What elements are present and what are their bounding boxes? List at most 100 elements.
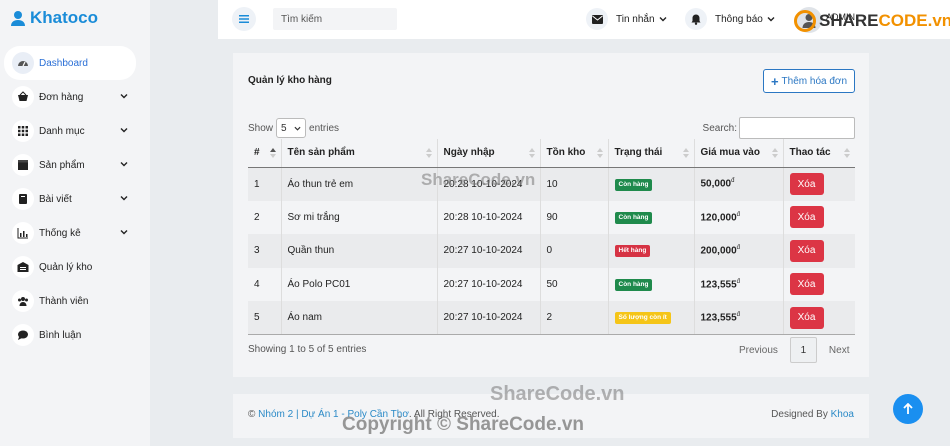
previous-page-button[interactable]: Previous bbox=[731, 345, 786, 356]
column-header-name[interactable]: Tên sản phẩm bbox=[281, 139, 438, 168]
delete-button[interactable]: Xóa bbox=[789, 239, 824, 262]
status-badge: Còn hàng bbox=[614, 278, 653, 291]
sidebar-item-products[interactable]: Sản phẩm bbox=[4, 148, 136, 182]
column-header-actions[interactable]: Thao tác bbox=[783, 139, 855, 168]
user-icon bbox=[11, 11, 25, 26]
arrow-up-icon bbox=[903, 403, 913, 414]
delete-button[interactable]: Xóa bbox=[789, 206, 824, 229]
cell-status: Số lượng còn ít bbox=[608, 301, 695, 335]
cell-price: 123,555đ bbox=[694, 267, 784, 301]
cell-actions: Xóa bbox=[783, 268, 855, 302]
status-badge: Hết hàng bbox=[614, 245, 651, 258]
status-badge: Số lượng còn ít bbox=[614, 312, 671, 324]
watermark-text-b: CODE.vn bbox=[878, 11, 950, 30]
delete-button[interactable]: Xóa bbox=[789, 273, 824, 296]
add-invoice-label: Thêm hóa đơn bbox=[781, 75, 848, 87]
cell-price: 123,555đ bbox=[694, 301, 784, 335]
add-invoice-button[interactable]: + Thêm hóa đơn bbox=[763, 69, 855, 93]
cell-status: Còn hàng bbox=[608, 267, 695, 301]
sidebar-item-label: Đơn hàng bbox=[39, 91, 84, 103]
back-to-top-button[interactable] bbox=[893, 394, 923, 424]
hamburger-icon bbox=[239, 15, 249, 23]
table-row: 1 Áo thun trẻ em 20:28 10-10-2024 10 Còn… bbox=[248, 167, 855, 201]
chevron-down-icon bbox=[120, 162, 128, 167]
cell-stock: 2 bbox=[540, 301, 609, 335]
status-badge: Còn hàng bbox=[614, 178, 653, 191]
cell-actions: Xóa bbox=[783, 167, 855, 201]
warehouse-card: Quản lý kho hàng + Thêm hóa đơn Show 5 e… bbox=[233, 53, 869, 377]
entries-select[interactable]: 5 bbox=[276, 118, 307, 138]
sidebar-item-warehouse[interactable]: Quản lý kho bbox=[4, 250, 136, 284]
watermark-logo: SHARE CODE.vn bbox=[794, 10, 950, 32]
pagination: Previous 1 Next bbox=[731, 337, 857, 363]
cell-index: 5 bbox=[248, 301, 282, 335]
column-header-index[interactable]: # bbox=[248, 139, 282, 168]
table-search-input[interactable] bbox=[739, 117, 855, 139]
cell-actions: Xóa bbox=[783, 301, 855, 335]
warehouse-icon bbox=[12, 256, 34, 278]
cell-status: Còn hàng bbox=[608, 167, 695, 201]
dashboard-icon bbox=[12, 52, 34, 74]
envelope-icon bbox=[586, 8, 608, 30]
table-row: 5 Áo nam 20:27 10-10-2024 2 Số lượng còn… bbox=[248, 301, 855, 335]
delete-button[interactable]: Xóa bbox=[789, 306, 824, 329]
column-header-price[interactable]: Giá mua vào bbox=[694, 139, 784, 168]
footer-designer-link[interactable]: Khoa bbox=[831, 409, 854, 420]
sidebar-item-dashboard[interactable]: Dashboard bbox=[4, 46, 136, 80]
notifications-dropdown[interactable]: Thông báo bbox=[685, 8, 775, 30]
entries-length: Show 5 entries bbox=[248, 118, 339, 138]
column-header-stock[interactable]: Tồn kho bbox=[540, 139, 609, 168]
sort-icon bbox=[528, 148, 535, 158]
watermark-ring-icon bbox=[794, 10, 816, 32]
chevron-down-icon bbox=[120, 94, 128, 99]
table-row: 4 Áo Polo PC01 20:27 10-10-2024 50 Còn h… bbox=[248, 267, 855, 302]
cell-index: 2 bbox=[248, 200, 282, 234]
table-row: 3 Quần thun 20:27 10-10-2024 0 Hết hàng … bbox=[248, 234, 855, 268]
sidebar-item-label: Sản phẩm bbox=[39, 159, 85, 171]
status-badge: Còn hàng bbox=[614, 211, 653, 224]
cell-price: 120,000đ bbox=[694, 200, 784, 234]
delete-button[interactable]: Xóa bbox=[789, 173, 824, 195]
sidebar-item-comments[interactable]: Bình luận bbox=[4, 318, 136, 352]
chevron-down-icon bbox=[294, 126, 301, 131]
column-header-date[interactable]: Ngày nhập bbox=[437, 139, 541, 168]
sidebar-item-members[interactable]: Thành viên bbox=[4, 284, 136, 318]
search-input[interactable] bbox=[273, 8, 397, 30]
sort-icon bbox=[682, 148, 689, 158]
sidebar-item-label: Quản lý kho bbox=[39, 261, 93, 273]
basket-icon bbox=[12, 86, 34, 108]
cell-name: Quần thun bbox=[281, 234, 438, 268]
chart-icon bbox=[12, 222, 34, 244]
next-page-button[interactable]: Next bbox=[821, 345, 858, 356]
cell-date: 20:27 10-10-2024 bbox=[437, 234, 541, 268]
chevron-down-icon bbox=[120, 128, 128, 133]
cell-name: Sơ mi trắng bbox=[281, 200, 438, 234]
column-header-status[interactable]: Trạng thái bbox=[608, 139, 695, 168]
sidebar-item-label: Bài viết bbox=[39, 193, 72, 205]
warehouse-table: # Tên sản phẩm Ngày nhập Tồn kho Trạng t… bbox=[248, 139, 855, 335]
messages-dropdown[interactable]: Tin nhắn bbox=[586, 8, 667, 30]
sidebar-item-posts[interactable]: Bài viết bbox=[4, 182, 136, 216]
cell-name: Áo nam bbox=[281, 301, 438, 335]
sidebar-item-label: Bình luận bbox=[39, 329, 82, 341]
cell-index: 3 bbox=[248, 234, 282, 268]
sidebar-item-label: Thành viên bbox=[39, 295, 89, 307]
sort-icon bbox=[771, 148, 778, 158]
menu-toggle-button[interactable] bbox=[232, 7, 256, 31]
page-button-current[interactable]: 1 bbox=[789, 337, 817, 363]
sidebar-item-categories[interactable]: Danh mục bbox=[4, 114, 136, 148]
sidebar-item-label: Dashboard bbox=[39, 57, 88, 69]
table-search: Search: bbox=[703, 117, 855, 139]
sort-icon bbox=[425, 148, 432, 158]
comment-icon bbox=[12, 324, 34, 346]
sidebar: Khatoco Dashboard Đơn hàng Danh mục Sản … bbox=[0, 0, 150, 446]
sidebar-item-statistics[interactable]: Thống kê bbox=[4, 216, 136, 250]
show-label: Show bbox=[248, 122, 274, 134]
brand-logo[interactable]: Khatoco bbox=[10, 6, 98, 30]
sidebar-item-label: Thống kê bbox=[39, 227, 81, 239]
table-header-row: # Tên sản phẩm Ngày nhập Tồn kho Trạng t… bbox=[248, 139, 855, 168]
cell-name: Áo thun trẻ em bbox=[281, 167, 438, 201]
sidebar-item-orders[interactable]: Đơn hàng bbox=[4, 80, 136, 114]
cell-price: 200,000đ bbox=[694, 234, 784, 268]
chevron-down-icon bbox=[767, 17, 775, 22]
